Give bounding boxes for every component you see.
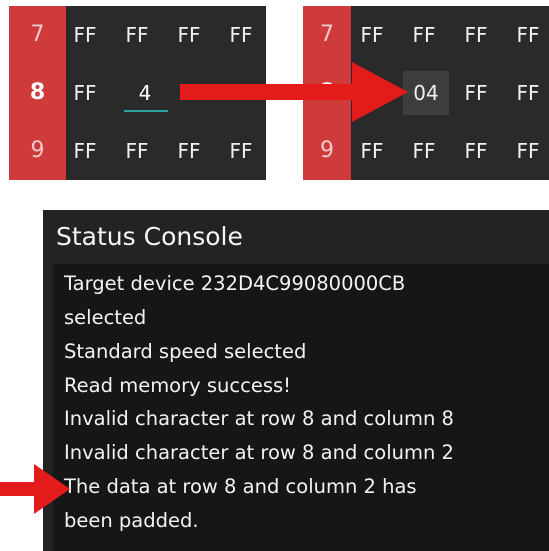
hex-cell[interactable]: FF bbox=[216, 122, 266, 180]
hex-cell[interactable]: FF bbox=[60, 122, 110, 180]
console-log: Target device 232D4C99080000CB selected … bbox=[53, 264, 549, 551]
log-line: Invalid character at row 8 and column 8 bbox=[64, 407, 454, 430]
arrow-right-icon bbox=[0, 464, 70, 514]
hex-cell[interactable]: FF bbox=[399, 122, 449, 180]
hex-cell[interactable]: FF bbox=[451, 122, 501, 180]
hex-cell[interactable]: FF bbox=[112, 122, 162, 180]
hex-cell[interactable]: FF bbox=[164, 6, 214, 64]
log-line: Standard speed selected bbox=[64, 340, 307, 363]
hex-cell[interactable]: FF bbox=[451, 64, 501, 122]
hex-cell-padded[interactable]: 04 bbox=[403, 71, 449, 115]
grid-row-7: 7 FF FF FF FF bbox=[9, 6, 266, 64]
hex-cell[interactable]: FF bbox=[216, 6, 266, 64]
hex-cell[interactable]: FF bbox=[347, 6, 397, 64]
hex-cell[interactable]: FF bbox=[60, 6, 110, 64]
hex-cell[interactable]: FF bbox=[451, 6, 501, 64]
hex-cell[interactable]: FF bbox=[503, 122, 549, 180]
log-line: Invalid character at row 8 and column 2 bbox=[64, 441, 454, 464]
hex-cell[interactable]: FF bbox=[347, 122, 397, 180]
hex-cell[interactable]: FF bbox=[503, 6, 549, 64]
log-line: The data at row 8 and column 2 has bbox=[64, 475, 417, 498]
console-title: Status Console bbox=[56, 222, 243, 251]
log-line: Target device 232D4C99080000CB bbox=[64, 272, 406, 295]
hex-cell[interactable]: FF bbox=[112, 6, 162, 64]
row-number: 9 bbox=[30, 138, 45, 163]
row-number: 9 bbox=[320, 138, 334, 163]
arrow-right-icon bbox=[180, 62, 408, 122]
log-line: been padded. bbox=[64, 509, 199, 532]
hex-cell[interactable]: FF bbox=[60, 64, 110, 122]
hex-cell-editing[interactable]: 4 bbox=[120, 64, 170, 122]
grid-row-9: 9 FF FF FF FF bbox=[303, 122, 549, 180]
row-number: 8 bbox=[29, 80, 46, 105]
log-line: selected bbox=[64, 306, 147, 329]
row-number: 7 bbox=[320, 22, 334, 47]
grid-row-9: 9 FF FF FF FF bbox=[9, 122, 266, 180]
hex-cell[interactable]: FF bbox=[399, 6, 449, 64]
hex-cell[interactable]: FF bbox=[164, 122, 214, 180]
status-console: Status Console Target device 232D4C99080… bbox=[43, 210, 549, 551]
row-number: 7 bbox=[30, 22, 45, 47]
log-line: Read memory success! bbox=[64, 374, 291, 397]
grid-row-7: 7 FF FF FF FF bbox=[303, 6, 549, 64]
hex-cell[interactable]: FF bbox=[503, 64, 549, 122]
